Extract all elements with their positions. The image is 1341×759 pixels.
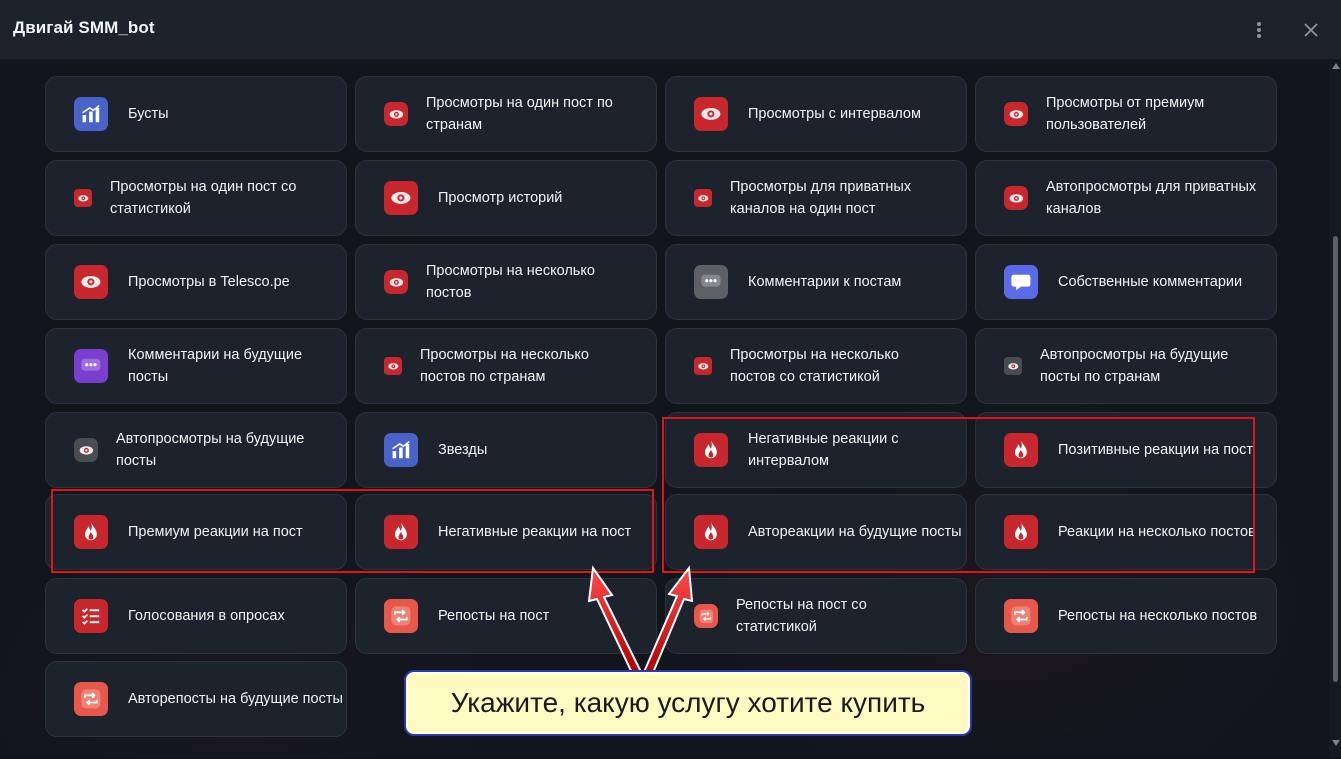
instruction-callout: Укажите, какую услугу хотите купить xyxy=(404,670,972,736)
arrow-left xyxy=(587,565,643,677)
arrow-right xyxy=(642,565,694,677)
annotation-arrows xyxy=(587,565,694,677)
